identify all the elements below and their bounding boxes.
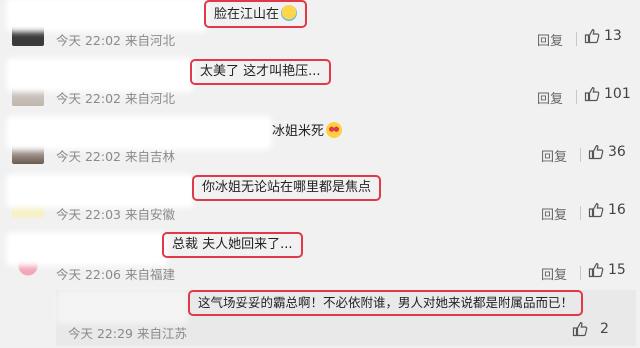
- like-button[interactable]: 101: [584, 86, 631, 102]
- comment-item: 你冰姐无论站在哪里都是焦点 今天 22:03 来自安徽 回复 16: [0, 174, 640, 232]
- like-button[interactable]: 13: [584, 28, 622, 44]
- comment-text: 冰姐米死: [272, 122, 343, 140]
- comment-text: 太美了 这才叫艳压...: [190, 59, 331, 85]
- comment-meta: 今天 22:02 来自河北: [56, 91, 175, 106]
- comment-item: 脸在江山在 今天 22:02 来自河北 回复 13: [0, 0, 640, 58]
- blurred-username: [12, 4, 202, 26]
- thumbs-up-icon: [588, 144, 604, 160]
- comment-meta: 今天 22:03 来自安徽: [56, 207, 175, 222]
- like-button[interactable]: 16: [588, 202, 626, 218]
- like-count: 15: [608, 262, 626, 278]
- like-count: 13: [604, 28, 622, 44]
- comment-meta: 今天 22:02 来自河北: [56, 33, 175, 48]
- thumbs-up-icon: [588, 202, 604, 218]
- like-count: 2: [600, 321, 609, 337]
- blurred-username: [62, 296, 182, 318]
- like-count: 36: [608, 144, 626, 160]
- blurred-username: [12, 180, 188, 202]
- like-button[interactable]: 2: [572, 321, 609, 337]
- reply-button[interactable]: 回复: [541, 204, 567, 223]
- comment-item: 太美了 这才叫艳压... 今天 22:02 来自河北 回复 101: [0, 58, 640, 116]
- heart-eyes-emoji-icon: [326, 122, 343, 138]
- reply-button[interactable]: 回复: [541, 146, 567, 165]
- reply-button[interactable]: 回复: [537, 88, 563, 107]
- comment-text: 脸在江山在: [204, 0, 308, 28]
- like-button[interactable]: 36: [588, 144, 626, 160]
- reply-button[interactable]: 回复: [537, 30, 563, 49]
- like-count: 101: [604, 86, 631, 102]
- crying-laugh-emoji-icon: [281, 5, 298, 21]
- sub-reply-meta: 今天 22:29 来自江苏: [68, 326, 187, 341]
- reply-button[interactable]: 回复: [541, 264, 567, 283]
- comment-meta: 今天 22:06 来自福建: [56, 267, 175, 282]
- divider: [576, 90, 577, 104]
- divider: [580, 266, 581, 280]
- like-count: 16: [608, 202, 626, 218]
- thumbs-up-icon: [572, 321, 588, 337]
- blurred-username: [12, 122, 266, 144]
- divider: [580, 148, 581, 162]
- blurred-username: [12, 64, 188, 86]
- comment-item: 冰姐米死 今天 22:02 来自吉林 回复 36: [0, 116, 640, 174]
- divider: [580, 206, 581, 220]
- like-button[interactable]: 15: [588, 262, 626, 278]
- thumbs-up-icon: [588, 262, 604, 278]
- comment-item: 总裁 夫人她回来了... 今天 22:06 来自福建 回复 15: [0, 232, 640, 290]
- thumbs-up-icon: [584, 86, 600, 102]
- sub-reply-text: 这气场妥妥的霸总啊！不必依附谁，男人对她来说都是附属品而已！: [188, 290, 584, 316]
- comment-text: 总裁 夫人她回来了...: [162, 232, 303, 258]
- divider: [576, 32, 577, 46]
- comment-text: 你冰姐无论站在哪里都是焦点: [192, 175, 382, 201]
- sub-reply-box: 这气场妥妥的霸总啊！不必依附谁，男人对她来说都是附属品而已！ 今天 22:29 …: [56, 290, 636, 346]
- comment-meta: 今天 22:02 来自吉林: [56, 149, 175, 164]
- blurred-username: [12, 238, 162, 260]
- thumbs-up-icon: [584, 28, 600, 44]
